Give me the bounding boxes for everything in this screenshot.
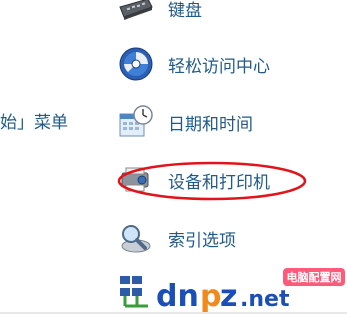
item-indexing-options[interactable]: 索引选项 bbox=[118, 220, 236, 256]
svg-text:电脑配置网: 电脑配置网 bbox=[287, 270, 342, 284]
svg-text:z: z bbox=[220, 279, 237, 314]
svg-text:dn: dn bbox=[156, 279, 199, 314]
item-date-time[interactable]: 日期和时间 bbox=[118, 104, 253, 140]
item-label: 索引选项 bbox=[168, 230, 236, 251]
item-label: 键盘 bbox=[168, 0, 202, 21]
site-watermark-logo: 电脑配置网 dn p z .net bbox=[120, 268, 345, 314]
ease-of-access-icon bbox=[118, 47, 154, 81]
item-label: 轻松访问中心 bbox=[168, 56, 270, 77]
item-label: 日期和时间 bbox=[168, 114, 253, 135]
highlight-ellipse bbox=[117, 161, 307, 201]
date-time-icon bbox=[118, 105, 154, 139]
svg-text:p: p bbox=[200, 279, 221, 314]
keyboard-icon bbox=[118, 0, 154, 25]
start-menu-link[interactable]: 始」菜单 bbox=[0, 108, 68, 133]
indexing-options-icon bbox=[118, 221, 154, 255]
control-panel-window: 始」菜单 键盘 轻松访问中心 日期和时间 设备和打印机 索引选项 电脑配置网 d… bbox=[0, 0, 347, 314]
item-keyboard[interactable]: 键盘 bbox=[118, 0, 202, 26]
svg-text:.net: .net bbox=[240, 287, 290, 312]
item-ease-of-access[interactable]: 轻松访问中心 bbox=[118, 46, 270, 82]
